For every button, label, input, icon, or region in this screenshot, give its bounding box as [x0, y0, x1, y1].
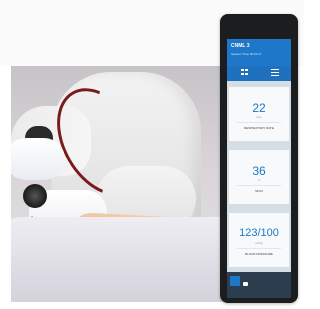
session-time: Session Time 00:10:17 [231, 52, 262, 56]
toolbar [227, 66, 291, 81]
vital-card-spo2[interactable]: 36 °C SPO2 [229, 150, 289, 204]
vital-unit: bpm [256, 116, 262, 119]
app-header: CNML 3 Session Time 00:10:17 [227, 39, 291, 81]
vital-card-respiratory-rate[interactable]: 22 bpm RESPIRATORY RATE [229, 87, 289, 141]
vital-unit: °C [257, 179, 261, 182]
clinical-photo [11, 66, 225, 302]
vital-label: SPO2 [254, 189, 263, 193]
vital-label: BLOOD PRESSURE [245, 252, 273, 256]
vital-value: 123/100 [239, 227, 279, 239]
app-title: CNML 3 [231, 43, 250, 49]
vital-value: 22 [252, 101, 266, 115]
vital-value: 36 [252, 164, 266, 178]
bed-sheet [11, 217, 225, 302]
divider [237, 248, 281, 249]
gloved-hand [11, 138, 65, 180]
vital-unit: mmHg [255, 242, 263, 245]
sliders-icon[interactable] [271, 69, 279, 76]
vital-label: RESPIRATORY RATE [244, 126, 274, 130]
wifi-icon [243, 282, 248, 286]
divider [237, 122, 281, 123]
bottom-bar [227, 272, 291, 298]
gauge-dial [23, 184, 47, 208]
divider [237, 185, 281, 186]
tablet-screen: CNML 3 Session Time 00:10:17 22 bpm RESP… [227, 39, 291, 298]
status-badge[interactable] [230, 276, 240, 286]
grid-icon[interactable] [241, 69, 249, 75]
vital-card-blood-pressure[interactable]: 123/100 mmHg BLOOD PRESSURE [229, 213, 289, 267]
tablet-device: CNML 3 Session Time 00:10:17 22 bpm RESP… [220, 14, 298, 303]
